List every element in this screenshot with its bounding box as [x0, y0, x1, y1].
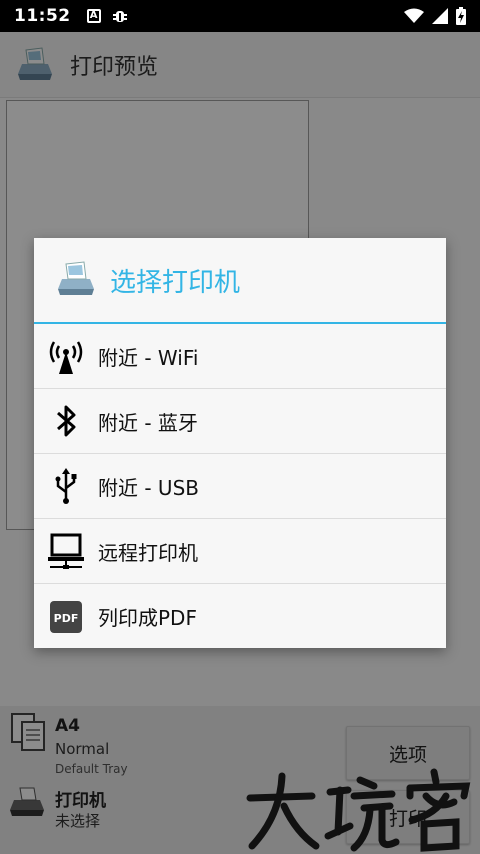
status-time: 11:52	[14, 6, 71, 26]
option-label: 远程打印机	[98, 540, 198, 565]
wifi-status-icon	[404, 8, 424, 23]
option-label: 附近 - USB	[98, 475, 199, 500]
dialog-header: 选择打印机	[34, 238, 446, 324]
battery-icon	[456, 7, 466, 25]
signal-icon	[432, 8, 448, 24]
wifi-antenna-icon	[49, 341, 83, 374]
option-print-to-pdf[interactable]: PDF 列印成PDF	[34, 584, 446, 649]
remote-computer-icon	[48, 533, 84, 569]
bug-icon	[112, 11, 127, 22]
select-printer-dialog: 选择打印机 附近 - WiFi 附近 - 蓝牙 附近 - USB 远程打印机 P…	[34, 238, 446, 648]
bluetooth-icon	[57, 405, 76, 437]
option-nearby-usb[interactable]: 附近 - USB	[34, 454, 446, 519]
option-remote-printer[interactable]: 远程打印机	[34, 519, 446, 584]
dialog-title: 选择打印机	[110, 267, 241, 298]
printer-logo-icon	[58, 261, 94, 295]
watermark-logo	[246, 768, 471, 852]
option-nearby-bluetooth[interactable]: 附近 - 蓝牙	[34, 389, 446, 454]
option-label: 附近 - 蓝牙	[98, 410, 198, 435]
pdf-icon: PDF	[50, 600, 82, 633]
svg-text:PDF: PDF	[54, 612, 79, 625]
status-bar: 11:52 A	[0, 0, 480, 32]
notification-a-icon: A	[86, 9, 101, 23]
option-label: 附近 - WiFi	[98, 345, 199, 370]
usb-icon	[55, 468, 77, 504]
option-nearby-wifi[interactable]: 附近 - WiFi	[34, 324, 446, 389]
option-label: 列印成PDF	[98, 606, 197, 630]
